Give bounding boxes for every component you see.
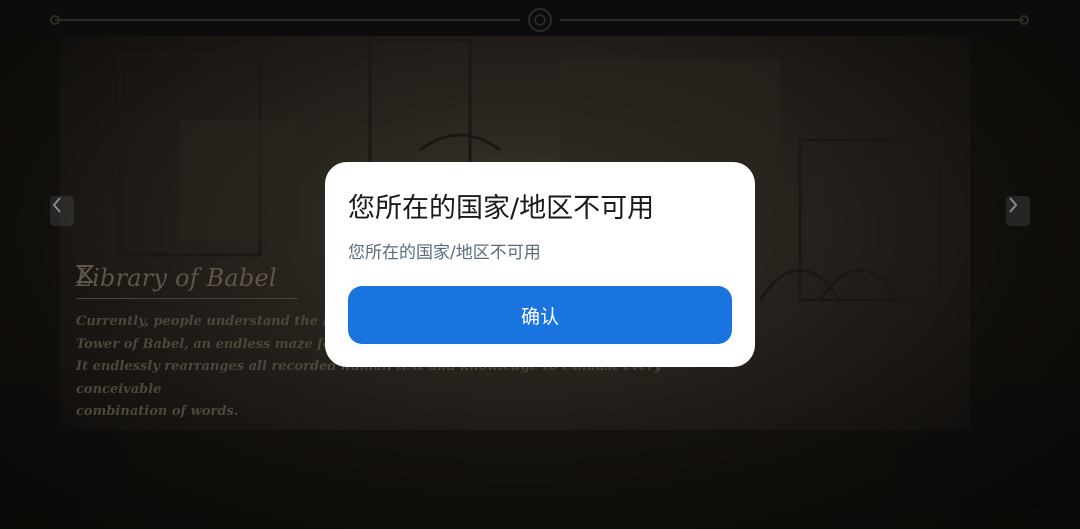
- region-unavailable-dialog: 您所在的国家/地区不可用 您所在的国家/地区不可用 确认: [325, 162, 755, 367]
- prev-arrow-button[interactable]: [50, 196, 74, 226]
- chevron-left-icon: [52, 197, 61, 213]
- section-title-text: Library of Babel: [76, 264, 277, 292]
- description-line: combination of words.: [76, 404, 239, 419]
- dialog-title: 您所在的国家/地区不可用: [348, 193, 655, 224]
- chevron-right-icon: [1009, 197, 1018, 213]
- confirm-button[interactable]: 确认: [348, 286, 732, 344]
- next-arrow-button[interactable]: [1006, 196, 1030, 226]
- hourglass-icon: [76, 265, 94, 283]
- emblem-icon: [528, 8, 552, 32]
- dialog-message: 您所在的国家/地区不可用: [348, 243, 541, 263]
- title-divider: [76, 298, 298, 299]
- bottom-rail: [50, 8, 1029, 32]
